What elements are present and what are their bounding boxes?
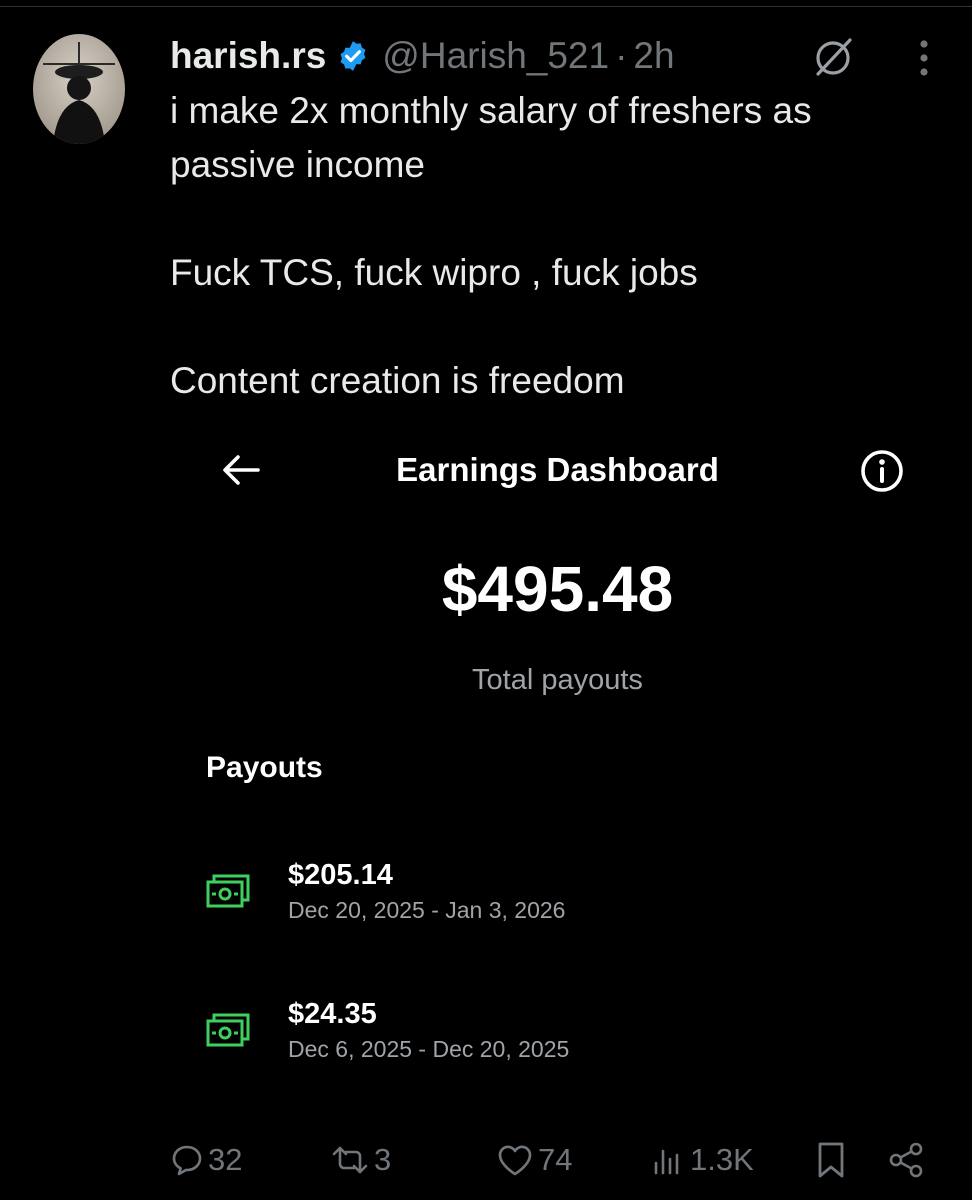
tweet-time[interactable]: 2h xyxy=(633,35,674,77)
author-handle[interactable]: @Harish_521 xyxy=(382,35,609,77)
repost-count: 3 xyxy=(374,1142,392,1177)
like-button[interactable]: 74 xyxy=(496,1135,572,1185)
tweet-action-bar: 32 3 74 1.3K xyxy=(0,1135,972,1185)
top-divider xyxy=(0,6,972,7)
share-icon xyxy=(889,1142,923,1178)
payouts-heading: Payouts xyxy=(206,751,323,784)
payout-date-range: Dec 6, 2025 - Dec 20, 2025 xyxy=(288,1036,570,1062)
author-name[interactable]: harish.rs xyxy=(170,35,326,77)
cash-icon xyxy=(206,1011,252,1051)
total-payout-label: Total payouts xyxy=(472,664,643,696)
separator-dot: · xyxy=(615,35,628,76)
reply-button[interactable]: 32 xyxy=(170,1135,242,1185)
like-count: 74 xyxy=(538,1142,573,1177)
payout-amount: $205.14 xyxy=(288,859,393,891)
back-arrow-icon xyxy=(218,447,264,493)
bookmark-icon xyxy=(818,1142,844,1178)
tweet-line-2: Fuck TCS, fuck wipro , fuck jobs xyxy=(170,252,698,293)
reply-count: 32 xyxy=(208,1142,243,1177)
more-vertical-icon[interactable] xyxy=(912,36,936,80)
tweet-header: harish.rs @Harish_521 · 2h xyxy=(170,34,675,78)
grok-icon[interactable] xyxy=(810,34,856,80)
verified-badge-icon xyxy=(336,39,370,73)
payout-amount: $24.35 xyxy=(288,998,377,1030)
cash-icon xyxy=(206,872,252,912)
repost-button[interactable]: 3 xyxy=(330,1135,391,1185)
tweet-text: i make 2x monthly salary of freshers as … xyxy=(170,84,930,408)
views-icon xyxy=(654,1149,679,1175)
heart-icon xyxy=(498,1145,532,1176)
reply-icon xyxy=(172,1145,202,1176)
avatar[interactable] xyxy=(33,34,125,144)
views-button[interactable]: 1.3K xyxy=(650,1135,754,1185)
total-payout-amount: $495.48 xyxy=(441,553,674,625)
info-icon xyxy=(858,447,906,495)
bookmark-button[interactable] xyxy=(812,1135,850,1185)
payout-date-range: Dec 20, 2025 - Jan 3, 2026 xyxy=(288,897,566,923)
tweet-line-1: i make 2x monthly salary of freshers as … xyxy=(170,90,812,185)
dashboard-title: Earnings Dashboard xyxy=(396,451,719,488)
repost-icon xyxy=(332,1146,368,1174)
tweet-line-3: Content creation is freedom xyxy=(170,360,625,401)
share-button[interactable] xyxy=(886,1135,926,1185)
views-count: 1.3K xyxy=(690,1142,754,1177)
